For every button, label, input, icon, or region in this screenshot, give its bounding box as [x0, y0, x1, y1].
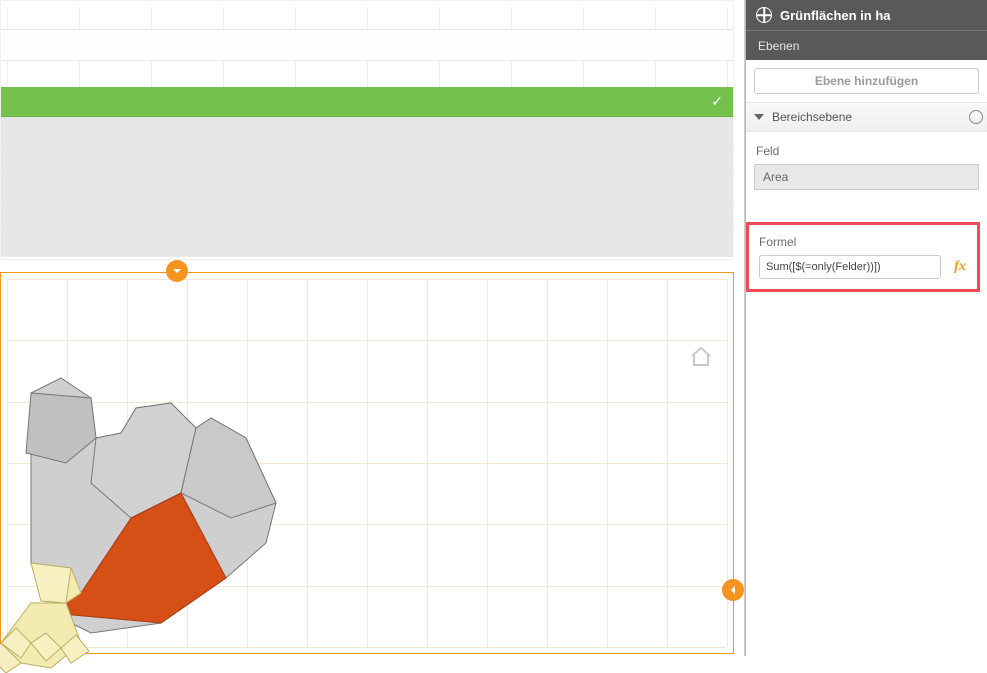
fx-label: fx — [954, 259, 966, 275]
map-panel[interactable] — [0, 272, 734, 654]
list-row[interactable] — [1, 229, 733, 257]
field-label: Feld — [746, 132, 987, 164]
formula-section-highlight: Formel fx — [746, 222, 980, 292]
sidebar-title: Grünflächen in ha — [780, 8, 891, 23]
field-value: Area — [763, 170, 788, 184]
sidebar-section-label: Ebenen — [758, 39, 799, 53]
home-icon[interactable] — [689, 345, 713, 369]
map-choropleth[interactable] — [0, 343, 391, 673]
sidebar-section-layers[interactable]: Ebenen — [746, 30, 987, 60]
list-panel: ✓ — [0, 0, 734, 260]
list-row[interactable] — [1, 117, 733, 145]
triangle-icon — [754, 114, 764, 120]
main-panel: ✓ — [0, 0, 745, 656]
list-row[interactable] — [1, 145, 733, 173]
sidebar-header: Grünflächen in ha — [746, 0, 987, 30]
chevron-left-icon — [727, 584, 739, 596]
list-row[interactable] — [1, 173, 733, 201]
collapse-knob-left[interactable] — [722, 579, 744, 601]
list-row[interactable] — [1, 201, 733, 229]
formula-label: Formel — [749, 231, 977, 255]
accordion-area-layer[interactable]: Bereichsebene — [746, 102, 987, 132]
list-header-row — [1, 29, 733, 61]
fx-button[interactable]: fx — [947, 255, 973, 279]
properties-sidebar: Grünflächen in ha Ebenen Ebene hinzufüge… — [745, 0, 987, 656]
chevron-down-icon — [171, 265, 183, 277]
help-icon[interactable] — [969, 110, 983, 124]
check-icon: ✓ — [711, 93, 723, 110]
globe-icon — [756, 7, 772, 23]
formula-input[interactable] — [759, 255, 941, 279]
list-row-selected[interactable]: ✓ — [1, 87, 733, 117]
accordion-label: Bereichsebene — [772, 110, 852, 124]
add-layer-label: Ebene hinzufügen — [815, 74, 918, 88]
field-dropdown[interactable]: Area — [754, 164, 979, 190]
collapse-knob-down[interactable] — [166, 260, 188, 282]
add-layer-button[interactable]: Ebene hinzufügen — [754, 68, 979, 94]
